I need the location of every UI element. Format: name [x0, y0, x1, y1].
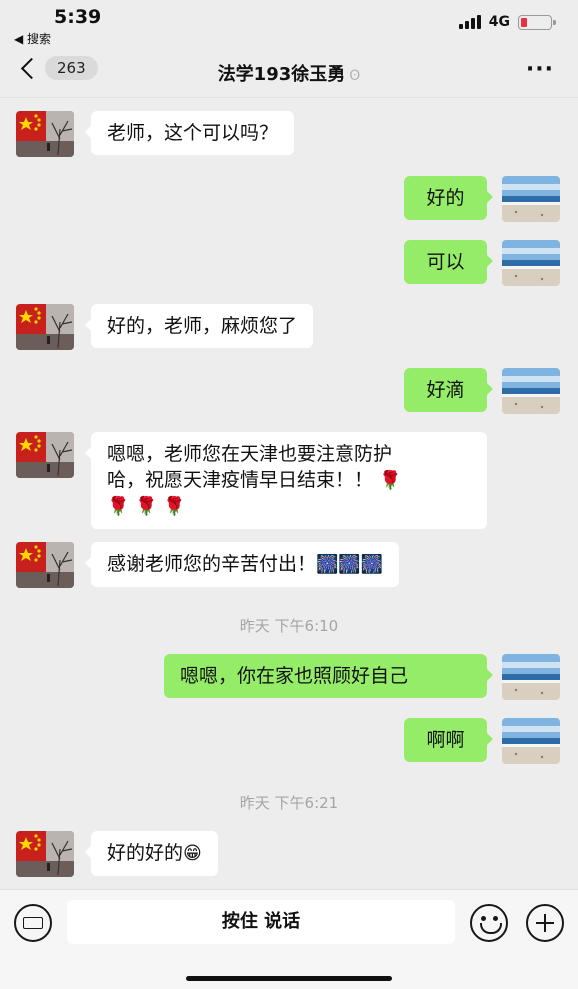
rose-emoji: 🌹	[379, 470, 402, 491]
rose-emoji-line: 🌹 🌹 🌹	[107, 496, 186, 517]
message-bubble[interactable]: 老师，这个可以吗？	[84, 111, 295, 155]
message-line: 哈，祝愿天津疫情早日结束！！ 🌹	[107, 469, 402, 491]
emoji-button[interactable]	[470, 904, 508, 942]
hold-to-talk-button[interactable]: 按住 说话	[67, 900, 455, 944]
input-bar: 按住 说话	[0, 889, 578, 989]
chat-title-text: 法学193徐玉勇	[217, 64, 346, 85]
more-options-button[interactable]: ···	[526, 59, 554, 81]
battery-icon	[518, 14, 556, 30]
contact-avatar[interactable]	[16, 831, 74, 877]
my-avatar[interactable]	[502, 654, 560, 700]
message-timestamp: 昨天 下午6:10	[239, 617, 339, 635]
grin-emoji: 😁	[183, 843, 202, 864]
message-timestamp: 昨天 下午6:21	[239, 794, 339, 812]
contact-avatar[interactable]	[16, 111, 74, 157]
message-bubble[interactable]: 好的好的😁	[85, 831, 218, 876]
chat-header: 263 法学193徐玉勇 ʘ ···	[0, 48, 578, 98]
status-indicators: 4G	[458, 14, 556, 30]
message-line: 嗯嗯，老师您在天津也要注意防护	[107, 443, 393, 465]
message-bubble[interactable]: 啊啊	[404, 718, 493, 762]
message-bubble[interactable]: 可以	[404, 240, 493, 284]
network-label: 4G	[488, 14, 510, 30]
home-indicator	[186, 976, 392, 981]
my-avatar[interactable]	[502, 240, 560, 286]
keyboard-icon	[23, 917, 43, 929]
my-avatar[interactable]	[502, 176, 560, 222]
fireworks-emoji: 🎆🎆🎆	[316, 554, 384, 575]
more-actions-button[interactable]	[526, 904, 564, 942]
contact-avatar[interactable]	[16, 304, 74, 350]
my-avatar[interactable]	[502, 718, 560, 764]
signal-icon	[458, 15, 481, 29]
message-bubble[interactable]: 嗯嗯，你在家也照顾好自己	[164, 654, 493, 698]
my-avatar[interactable]	[502, 368, 560, 414]
back-to-app-link[interactable]: ◀ 搜索	[14, 30, 51, 47]
message-bubble[interactable]: 好的，老师，麻烦您了	[84, 304, 314, 348]
message-bubble[interactable]: 感谢老师您的辛苦付出！🎆🎆🎆	[84, 542, 400, 587]
keyboard-toggle-button[interactable]	[14, 904, 52, 942]
message-bubble[interactable]: 好滴	[404, 368, 493, 412]
status-bar: 5:39 ◀ 搜索 4G	[0, 0, 578, 48]
contact-avatar[interactable]	[16, 542, 74, 588]
ear-icon: ʘ	[349, 68, 361, 84]
chat-title: 法学193徐玉勇 ʘ	[0, 60, 578, 86]
message-bubble[interactable]: 嗯嗯，老师您在天津也要注意防护 哈，祝愿天津疫情早日结束！！ 🌹 🌹 🌹 🌹	[85, 432, 487, 529]
message-bubble[interactable]: 好的	[404, 176, 493, 220]
status-time: 5:39	[54, 6, 102, 28]
contact-avatar[interactable]	[16, 432, 74, 478]
